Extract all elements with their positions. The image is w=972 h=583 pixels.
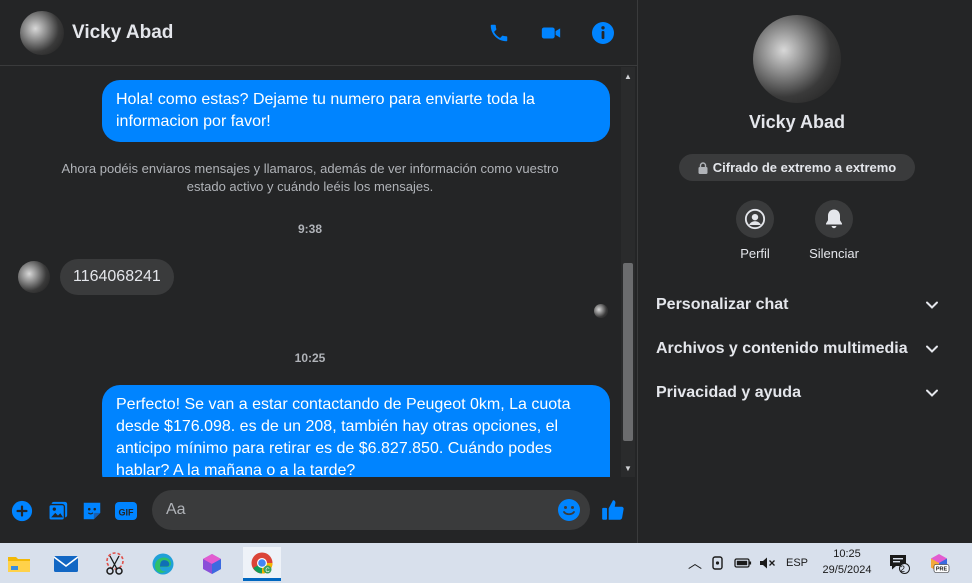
profile-name: Vicky Abad — [748, 112, 846, 132]
svg-text:C: C — [265, 567, 270, 573]
system-notice: Ahora podéis enviaros mensajes y llamaro… — [61, 161, 559, 194]
sender-avatar[interactable] — [18, 261, 50, 293]
gallery-icon — [48, 501, 68, 521]
folder-icon — [8, 557, 30, 572]
outgoing-message[interactable]: Perfecto! Se van a estar contactando de … — [102, 385, 610, 477]
battery-icon[interactable] — [734, 555, 752, 571]
message-timestamp: 10:25 — [294, 351, 326, 365]
section-label: Privacidad y ayuda — [656, 384, 801, 401]
copilot-preview-button[interactable]: PRE — [928, 543, 950, 583]
taskbar-clock[interactable]: 10:25 29/5/2024 — [814, 546, 880, 578]
contact-name[interactable]: Vicky Abad — [72, 22, 173, 44]
windows-taskbar: C ︿ ESP 10:25 29/5/2024 2 PRE — [0, 543, 972, 583]
mute-action-button[interactable] — [815, 200, 853, 238]
chrome-icon: C — [251, 552, 273, 573]
profile-action-label: Perfil — [740, 246, 770, 261]
volume-muted-icon[interactable] — [758, 555, 776, 571]
scroll-thumb[interactable] — [623, 263, 633, 441]
more-actions-button[interactable] — [10, 499, 34, 523]
seen-indicator-avatar — [594, 304, 608, 318]
svg-text:PRE: PRE — [936, 567, 948, 573]
outgoing-message[interactable]: Hola! como estas? Dejame tu numero para … — [102, 80, 610, 142]
copilot-pre-icon: PRE — [931, 554, 950, 573]
emoji-button[interactable] — [557, 498, 581, 522]
chat-header: Vicky Abad — [0, 0, 638, 66]
attach-media-button[interactable] — [46, 499, 70, 523]
chrome-taskbar-button[interactable]: C — [243, 547, 281, 581]
message-scrollbar[interactable]: ▲ ▼ — [621, 67, 635, 477]
video-camera-icon — [541, 27, 561, 39]
profile-action-button[interactable] — [736, 200, 774, 238]
user-circle-icon — [744, 208, 766, 230]
notification-count: 2 — [900, 564, 906, 574]
profile-action[interactable]: Perfil — [715, 200, 795, 261]
scissors-icon — [106, 552, 124, 575]
gif-button[interactable]: GIF — [114, 499, 138, 523]
plus-circle-icon — [11, 500, 33, 522]
like-button[interactable] — [600, 497, 626, 523]
chat-bubble-icon — [890, 555, 910, 574]
header-actions — [486, 18, 616, 48]
message-list[interactable]: Hola! como estas? Dejame tu numero para … — [0, 67, 620, 477]
profile-avatar-large[interactable] — [753, 15, 841, 103]
privacy-support-section[interactable]: Privacidad y ayuda — [656, 378, 939, 408]
sticker-button[interactable] — [80, 499, 104, 523]
message-input[interactable] — [152, 490, 590, 530]
chat-pane: Vicky Abad Hola! como estas? Dejame tu n… — [0, 0, 638, 543]
edge-browser-icon — [152, 553, 174, 575]
chevron-down-icon — [926, 301, 938, 309]
contact-avatar[interactable] — [20, 10, 64, 55]
copilot-icon — [203, 554, 221, 574]
section-label: Personalizar chat — [656, 296, 789, 313]
bell-icon — [826, 209, 842, 229]
language-label: ESP — [786, 557, 809, 569]
svg-text:GIF: GIF — [119, 508, 135, 518]
encryption-label: Cifrado de extremo a extremo — [712, 160, 897, 175]
snipping-tool-taskbar-button[interactable] — [96, 547, 134, 581]
file-explorer-taskbar-button[interactable] — [0, 547, 38, 581]
clock-date: 29/5/2024 — [822, 564, 872, 576]
conversation-info-button[interactable] — [590, 18, 616, 48]
mute-action[interactable]: Silenciar — [794, 200, 874, 261]
notification-center-button[interactable]: 2 — [888, 543, 910, 583]
conversation-info-pane: Vicky Abad Cifrado de extremo a extremo … — [639, 0, 972, 543]
clock-time: 10:25 — [833, 548, 861, 560]
incoming-message-row: 1164068241 — [18, 259, 174, 295]
meet-now-icon[interactable] — [710, 555, 728, 571]
mute-action-label: Silenciar — [809, 246, 859, 261]
input-language-indicator[interactable]: ESP — [786, 543, 808, 583]
tray-icons — [710, 543, 776, 583]
message-timestamp: 9:38 — [297, 222, 323, 236]
chevron-up-icon[interactable]: ︿ — [688, 553, 702, 573]
gif-icon: GIF — [115, 502, 137, 520]
lock-icon — [698, 161, 708, 174]
incoming-message[interactable]: 1164068241 — [60, 259, 174, 295]
copilot-taskbar-button[interactable] — [193, 547, 231, 581]
messenger-window: Vicky Abad Hola! como estas? Dejame tu n… — [0, 0, 972, 543]
chevron-down-icon — [926, 389, 938, 397]
edge-taskbar-button[interactable] — [144, 547, 182, 581]
message-composer: GIF — [0, 477, 638, 543]
info-icon — [592, 22, 614, 44]
voice-call-button[interactable] — [486, 18, 512, 48]
chevron-down-icon — [926, 345, 938, 353]
phone-icon — [490, 24, 508, 42]
system-tray: ︿ — [688, 543, 702, 583]
smiley-icon — [558, 499, 580, 521]
video-call-button[interactable] — [538, 18, 564, 48]
scroll-down-arrow-icon[interactable]: ▼ — [621, 461, 635, 475]
section-label: Archivos y contenido multimedia — [656, 340, 908, 357]
customize-chat-section[interactable]: Personalizar chat — [656, 290, 939, 320]
thumbs-up-icon — [602, 500, 624, 520]
files-media-section[interactable]: Archivos y contenido multimedia — [656, 334, 939, 364]
mail-taskbar-button[interactable] — [47, 547, 85, 581]
scroll-up-arrow-icon[interactable]: ▲ — [621, 69, 635, 83]
sticker-icon — [83, 502, 101, 520]
mail-icon — [53, 556, 79, 572]
encryption-badge[interactable]: Cifrado de extremo a extremo — [679, 154, 915, 181]
